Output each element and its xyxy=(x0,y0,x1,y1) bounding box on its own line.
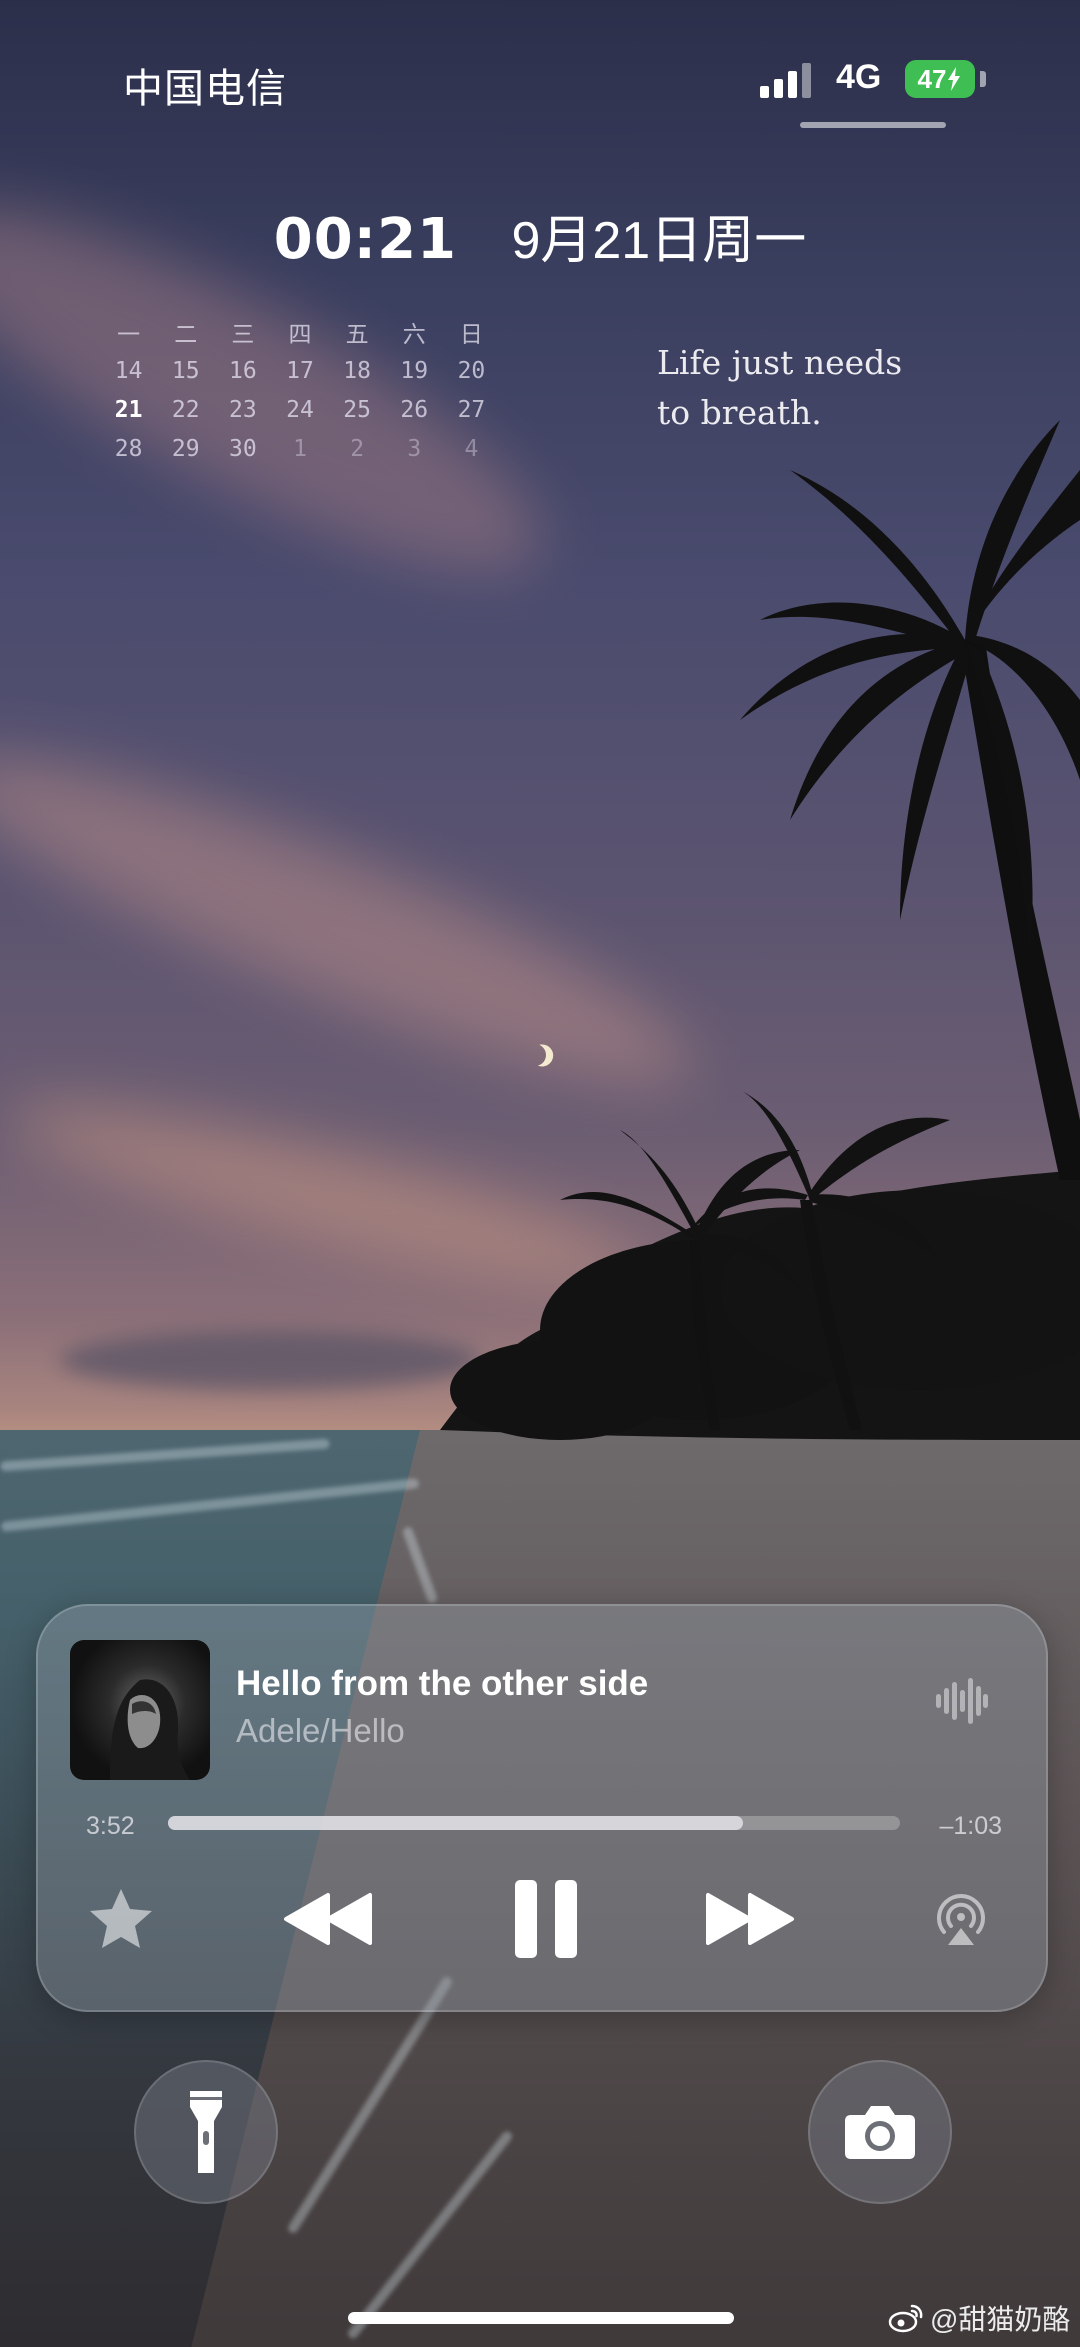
remaining-time: –1:03 xyxy=(939,1812,1002,1840)
calendar-day-next-month: 3 xyxy=(407,435,422,462)
battery-level-label: 47 xyxy=(917,63,947,94)
charging-bolt-icon xyxy=(948,67,961,91)
airplay-button[interactable] xyxy=(926,1884,996,1954)
flashlight-button[interactable] xyxy=(134,2060,278,2204)
battery-tip xyxy=(980,71,986,87)
star-icon xyxy=(90,1889,152,1948)
calendar-day: 17 xyxy=(286,357,314,384)
fast-forward-icon xyxy=(706,1893,794,1945)
calendar-weekday-row: 一 二 三 四 五 六 日 xyxy=(100,312,500,351)
calendar-day: 27 xyxy=(457,396,486,423)
calendar-weekday: 五 xyxy=(345,321,369,348)
control-center-pill[interactable] xyxy=(800,122,946,128)
pause-icon xyxy=(515,1880,577,1958)
carrier-label: 中国电信 xyxy=(123,67,287,111)
calendar-week-row: 14 15 16 17 18 19 20 xyxy=(100,351,500,390)
watermark-label: @甜猫奶酪 xyxy=(930,2304,1071,2335)
album-art[interactable] xyxy=(70,1640,210,1780)
calendar-day: 19 xyxy=(400,357,429,384)
calendar-week-row: 28 29 30 1 2 3 4 xyxy=(100,429,500,468)
calendar-day: 18 xyxy=(343,357,371,384)
calendar-day: 23 xyxy=(229,396,257,423)
calendar-day: 20 xyxy=(457,357,486,384)
elapsed-time: 3:52 xyxy=(86,1812,135,1840)
status-bar: 中国电信 4G 47 xyxy=(0,0,1080,150)
clock: 00:21 xyxy=(273,207,458,272)
lock-screen: 中国电信 4G 47 00:21 9月21日周一 一 二 三 四 五 六 日 1… xyxy=(0,0,1080,2347)
camera-button[interactable] xyxy=(808,2060,952,2204)
flashlight-icon xyxy=(190,2091,222,2173)
quote-line: Life just needs xyxy=(657,343,903,382)
calendar-day: 22 xyxy=(171,396,200,423)
calendar-weekday: 二 xyxy=(174,321,198,348)
rewind-icon xyxy=(284,1893,372,1945)
calendar-day: 26 xyxy=(400,396,429,423)
calendar-weekday: 六 xyxy=(402,321,426,348)
rewind-button[interactable] xyxy=(278,1884,378,1954)
calendar-day-next-month: 4 xyxy=(464,435,479,462)
calendar-widget[interactable]: 一 二 三 四 五 六 日 14 15 16 17 18 19 20 21 22… xyxy=(100,312,500,468)
airplay-audio-icon xyxy=(937,1894,985,1945)
date-label: 9月21日周一 xyxy=(511,212,807,270)
calendar-day-next-month: 2 xyxy=(350,435,365,462)
calendar-day: 16 xyxy=(229,357,257,384)
watermark: @甜猫奶酪 xyxy=(888,2298,1070,2338)
calendar-day-today: 21 xyxy=(114,396,143,423)
calendar-weekday: 三 xyxy=(231,321,255,348)
waveform-icon[interactable] xyxy=(936,1674,988,1728)
quote-line: to breath. xyxy=(657,393,822,432)
battery-indicator: 47 xyxy=(905,60,975,98)
playback-progress-fill xyxy=(168,1816,743,1830)
calendar-weekday: 四 xyxy=(288,321,312,348)
playback-scrubber[interactable] xyxy=(168,1816,900,1830)
calendar-weekday: 日 xyxy=(459,321,483,348)
calendar-weekday: 一 xyxy=(117,321,141,348)
calendar-day: 25 xyxy=(343,396,371,423)
home-indicator[interactable] xyxy=(348,2312,734,2324)
calendar-day: 15 xyxy=(171,357,200,384)
calendar-day-next-month: 1 xyxy=(293,435,307,462)
calendar-week-row: 21 22 23 24 25 26 27 xyxy=(100,390,500,429)
album-art-portrait xyxy=(110,1679,190,1780)
weibo-logo-icon xyxy=(888,2304,923,2333)
fast-forward-button[interactable] xyxy=(700,1884,800,1954)
calendar-day: 24 xyxy=(286,396,314,423)
now-playing-widget[interactable]: Hello from the other side Adele/Hello 3:… xyxy=(36,1604,1048,2012)
calendar-day: 14 xyxy=(114,357,143,384)
song-artist: Adele/Hello xyxy=(236,1712,405,1749)
cellular-signal-icon xyxy=(760,63,811,98)
calendar-day: 29 xyxy=(171,435,200,462)
song-title: Hello from the other side xyxy=(236,1664,649,1703)
calendar-day: 30 xyxy=(229,435,257,462)
lock-time-date: 00:21 9月21日周一 xyxy=(0,198,1080,273)
pause-button[interactable] xyxy=(506,1874,586,1964)
camera-icon xyxy=(845,2106,915,2159)
favorite-button[interactable] xyxy=(86,1884,156,1954)
calendar-day: 28 xyxy=(114,435,143,462)
network-type-label: 4G xyxy=(836,58,882,96)
quote-widget[interactable]: Life just needs to breath. xyxy=(657,338,957,438)
